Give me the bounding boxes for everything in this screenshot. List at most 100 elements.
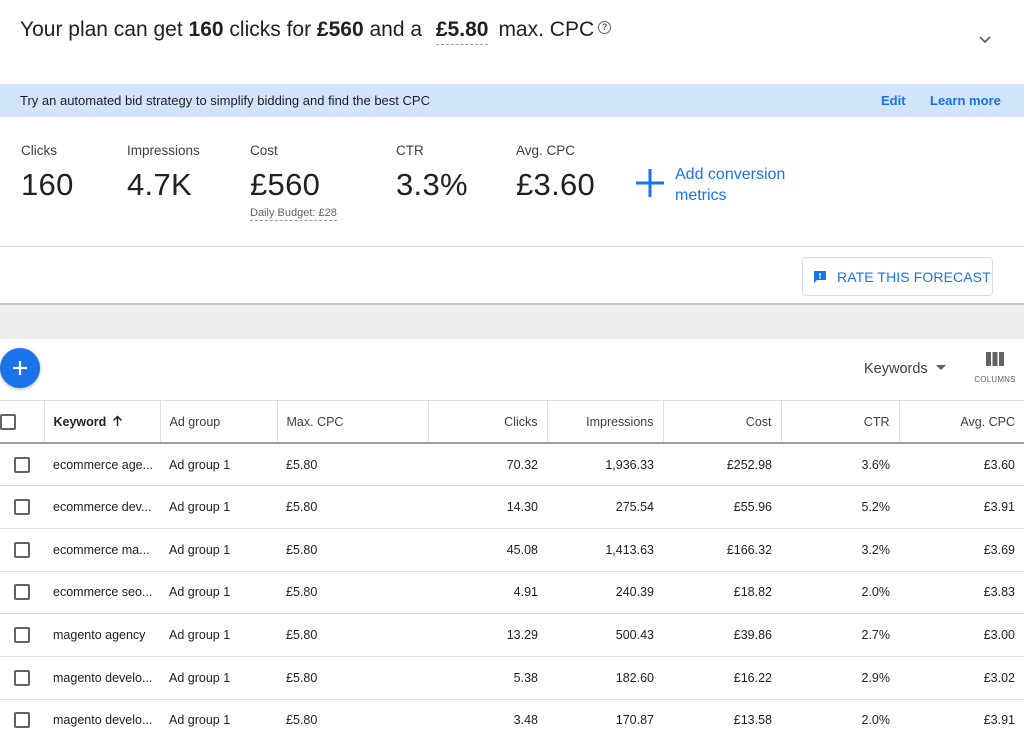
metric-clicks: Clicks 160: [21, 143, 74, 203]
plan-summary-header: Your plan can get 160 clicks for £560 an…: [0, 0, 1024, 84]
keyword-cell[interactable]: ecommerce seo...: [44, 571, 160, 615]
table-header-row: Keyword Ad group Max. CPC Clicks Impress…: [0, 401, 1024, 444]
metric-ctr: CTR 3.3%: [396, 143, 468, 203]
avg-cpc-cell: £3.60: [899, 443, 1024, 487]
column-header-label: Keyword: [53, 414, 107, 429]
ad-group-cell: Ad group 1: [160, 613, 277, 657]
headline-cost: £560: [316, 18, 364, 41]
impressions-cell: 240.39: [547, 571, 663, 615]
max-cpc-cell[interactable]: £5.80: [277, 528, 428, 572]
ctr-cell: 5.2%: [781, 485, 899, 529]
clicks-cell: 45.08: [428, 528, 547, 572]
rate-forecast-button[interactable]: RATE THIS FORECAST: [802, 257, 993, 296]
select-all-cell: [0, 401, 45, 444]
max-cpc-value[interactable]: £5.80: [435, 18, 489, 45]
table-row: ecommerce ma... Ad group 1 £5.80 45.08 1…: [0, 528, 1024, 572]
cost-cell: £18.82: [663, 571, 781, 615]
max-cpc-cell[interactable]: £5.80: [277, 443, 428, 487]
banner-message: Try an automated bid strategy to simplif…: [20, 93, 430, 108]
keyword-cell[interactable]: magento develo...: [44, 656, 160, 700]
row-checkbox[interactable]: [14, 541, 30, 558]
row-checkbox[interactable]: [14, 584, 30, 601]
keyword-cell[interactable]: magento agency: [44, 613, 160, 657]
column-header-ctr[interactable]: CTR: [781, 401, 900, 444]
avg-cpc-cell: £3.02: [899, 656, 1024, 700]
row-select-cell: [0, 528, 44, 572]
headline-prefix: Your plan can get: [20, 18, 189, 41]
row-checkbox[interactable]: [14, 627, 30, 644]
cost-cell: £252.98: [663, 443, 781, 487]
sort-ascending-icon: [113, 414, 123, 426]
max-cpc-cell[interactable]: £5.80: [277, 571, 428, 615]
max-cpc-cell[interactable]: £5.80: [277, 613, 428, 657]
metric-label: CTR: [396, 143, 424, 158]
row-select-cell: [0, 571, 44, 615]
columns-label: COLUMNS: [974, 375, 1016, 384]
help-icon[interactable]: ?: [598, 21, 612, 34]
column-header-ad-group[interactable]: Ad group: [160, 401, 278, 444]
avg-cpc-cell: £3.83: [899, 571, 1024, 615]
row-select-cell: [0, 656, 44, 700]
keyword-cell[interactable]: ecommerce ma...: [44, 528, 160, 572]
chevron-down-icon[interactable]: [976, 30, 994, 48]
edit-link[interactable]: Edit: [881, 93, 906, 108]
max-cpc-cell[interactable]: £5.80: [277, 485, 428, 529]
clicks-cell: 5.38: [428, 656, 547, 700]
table-row: magento develo... Ad group 1 £5.80 3.48 …: [0, 699, 1024, 734]
keyword-cell[interactable]: ecommerce dev...: [44, 485, 160, 529]
daily-budget[interactable]: Daily Budget: £28: [250, 207, 337, 221]
forecast-metrics: Clicks 160 Impressions 4.7K Cost £560 Da…: [0, 117, 1024, 247]
ctr-cell: 2.9%: [781, 656, 899, 700]
avg-cpc-cell: £3.69: [899, 528, 1024, 572]
column-header-max-cpc[interactable]: Max. CPC: [277, 401, 429, 444]
column-header-avg-cpc[interactable]: Avg. CPC: [899, 401, 1024, 444]
column-header-impressions[interactable]: Impressions: [547, 401, 664, 444]
max-cpc-cell[interactable]: £5.80: [277, 699, 428, 734]
columns-button[interactable]: COLUMNS: [972, 351, 1018, 384]
row-checkbox[interactable]: [14, 456, 30, 473]
max-cpc-cell[interactable]: £5.80: [277, 656, 428, 700]
column-header-keyword[interactable]: Keyword: [44, 401, 161, 444]
add-keyword-button[interactable]: [0, 348, 40, 388]
row-checkbox[interactable]: [14, 669, 30, 686]
section-divider: [0, 305, 1024, 339]
impressions-cell: 500.43: [547, 613, 663, 657]
plan-headline: Your plan can get 160 clicks for £560 an…: [20, 18, 612, 45]
row-checkbox[interactable]: [14, 712, 30, 729]
metric-impressions: Impressions 4.7K: [127, 143, 200, 203]
bid-strategy-banner: Try an automated bid strategy to simplif…: [0, 84, 1024, 117]
impressions-cell: 182.60: [547, 656, 663, 700]
clicks-cell: 3.48: [428, 699, 547, 734]
dropdown-arrow-icon: [935, 365, 946, 370]
avg-cpc-cell: £3.91: [899, 485, 1024, 529]
learn-more-link[interactable]: Learn more: [930, 93, 1001, 108]
columns-icon: [986, 352, 1004, 366]
headline-mid1: clicks for: [223, 18, 317, 41]
ctr-cell: 3.2%: [781, 528, 899, 572]
avg-cpc-cell: £3.00: [899, 613, 1024, 657]
select-all-checkbox[interactable]: [0, 413, 16, 430]
ctr-cell: 2.0%: [781, 571, 899, 615]
column-header-cost[interactable]: Cost: [663, 401, 782, 444]
table-row: ecommerce dev... Ad group 1 £5.80 14.30 …: [0, 485, 1024, 529]
headline-mid2: and a: [363, 18, 428, 41]
clicks-cell: 70.32: [428, 443, 547, 487]
table-toolbar: Keywords COLUMNS: [0, 339, 1024, 401]
row-select-cell: [0, 485, 44, 529]
metric-label: Impressions: [127, 143, 200, 158]
metric-label: Cost: [250, 143, 278, 158]
keyword-cell[interactable]: ecommerce age...: [44, 443, 160, 487]
view-selector[interactable]: Keywords: [864, 361, 946, 377]
keyword-cell[interactable]: magento develo...: [44, 699, 160, 734]
row-checkbox[interactable]: [14, 499, 30, 516]
plus-icon: [13, 361, 27, 375]
ctr-cell: 2.7%: [781, 613, 899, 657]
add-conversion-label: Add conversion metrics: [675, 166, 786, 204]
column-header-clicks[interactable]: Clicks: [428, 401, 548, 444]
ad-group-cell: Ad group 1: [160, 485, 277, 529]
cost-cell: £16.22: [663, 656, 781, 700]
cost-cell: £13.58: [663, 699, 781, 734]
keywords-table: Keyword Ad group Max. CPC Clicks Impress…: [0, 401, 1024, 734]
ad-group-cell: Ad group 1: [160, 656, 277, 700]
avg-cpc-cell: £3.91: [899, 699, 1024, 734]
